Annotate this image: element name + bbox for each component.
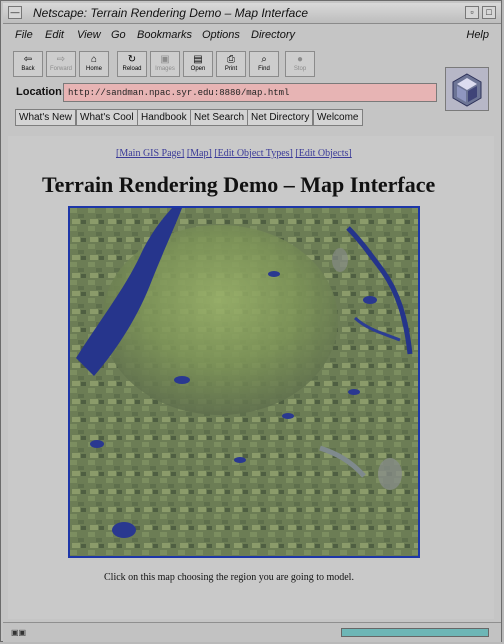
menu-go[interactable]: Go — [111, 29, 126, 41]
location-input[interactable]: http://sandman.npac.syr.edu:8880/map.htm… — [63, 83, 437, 102]
stop-button[interactable]: ● Stop — [285, 51, 315, 77]
security-key-icon: ▣▣ — [11, 628, 27, 637]
link-edit-object-types[interactable]: [Edit Object Types] — [214, 148, 293, 159]
netscape-logo[interactable] — [445, 67, 489, 111]
whats-cool-button[interactable]: What's Cool — [76, 109, 138, 126]
window-title: Netscape: Terrain Rendering Demo – Map I… — [33, 6, 309, 20]
open-button[interactable]: ▤ Open — [183, 51, 213, 77]
satellite-image — [70, 208, 418, 556]
maximize-button[interactable]: □ — [482, 6, 496, 19]
logo-cube-icon — [452, 73, 482, 107]
menu-view[interactable]: View — [77, 29, 101, 41]
home-button[interactable]: ⌂ Home — [79, 51, 109, 77]
welcome-button[interactable]: Welcome — [313, 109, 363, 126]
map-caption: Click on this map choosing the region yo… — [104, 572, 354, 583]
page-title: Terrain Rendering Demo – Map Interface — [42, 172, 436, 197]
menu-help[interactable]: Help — [466, 29, 489, 41]
progress-fill — [342, 629, 488, 636]
page-content: [Main GIS Page] [Map] [Edit Object Types… — [8, 136, 494, 619]
progress-bar — [341, 628, 489, 637]
menu-edit[interactable]: Edit — [45, 29, 64, 41]
title-bar[interactable]: — Netscape: Terrain Rendering Demo – Map… — [3, 3, 501, 24]
menu-file[interactable]: File — [15, 29, 33, 41]
forward-button[interactable]: ⇨ Forward — [46, 51, 76, 77]
home-icon: ⌂ — [90, 54, 98, 65]
browser-window: — Netscape: Terrain Rendering Demo – Map… — [0, 0, 502, 642]
location-label: Location: — [16, 86, 66, 98]
link-main-gis-page[interactable]: [Main GIS Page] — [116, 148, 184, 159]
nav-links: [Main GIS Page] [Map] [Edit Object Types… — [116, 148, 352, 159]
terrain-map[interactable] — [68, 206, 420, 558]
print-button[interactable]: ⎙ Print — [216, 51, 246, 77]
open-icon: ▤ — [193, 54, 203, 65]
status-bar: ▣▣ — [3, 622, 501, 642]
menu-directory[interactable]: Directory — [251, 29, 295, 41]
images-button[interactable]: ▣ Images — [150, 51, 180, 77]
menu-bookmarks[interactable]: Bookmarks — [137, 29, 192, 41]
menu-bar: File Edit View Go Bookmarks Options Dire… — [3, 26, 501, 46]
images-icon: ▣ — [160, 54, 170, 65]
window-menu-button[interactable]: — — [8, 6, 22, 19]
back-arrow-icon: ⇦ — [23, 54, 33, 65]
find-icon: ⌕ — [261, 54, 267, 65]
handbook-button[interactable]: Handbook — [137, 109, 191, 126]
menu-options[interactable]: Options — [202, 29, 240, 41]
back-button[interactable]: ⇦ Back — [13, 51, 43, 77]
forward-arrow-icon: ⇨ — [56, 54, 66, 65]
stop-icon: ● — [296, 54, 304, 65]
reload-button[interactable]: ↻ Reload — [117, 51, 147, 77]
minimize-button[interactable]: ▫ — [465, 6, 479, 19]
net-search-button[interactable]: Net Search — [190, 109, 249, 126]
print-icon: ⎙ — [227, 54, 235, 65]
find-button[interactable]: ⌕ Find — [249, 51, 279, 77]
link-map[interactable]: [Map] — [187, 148, 212, 159]
whats-new-button[interactable]: What's New — [15, 109, 77, 126]
reload-icon: ↻ — [127, 54, 137, 65]
link-edit-objects[interactable]: [Edit Objects] — [295, 148, 351, 159]
net-directory-button[interactable]: Net Directory — [247, 109, 314, 126]
